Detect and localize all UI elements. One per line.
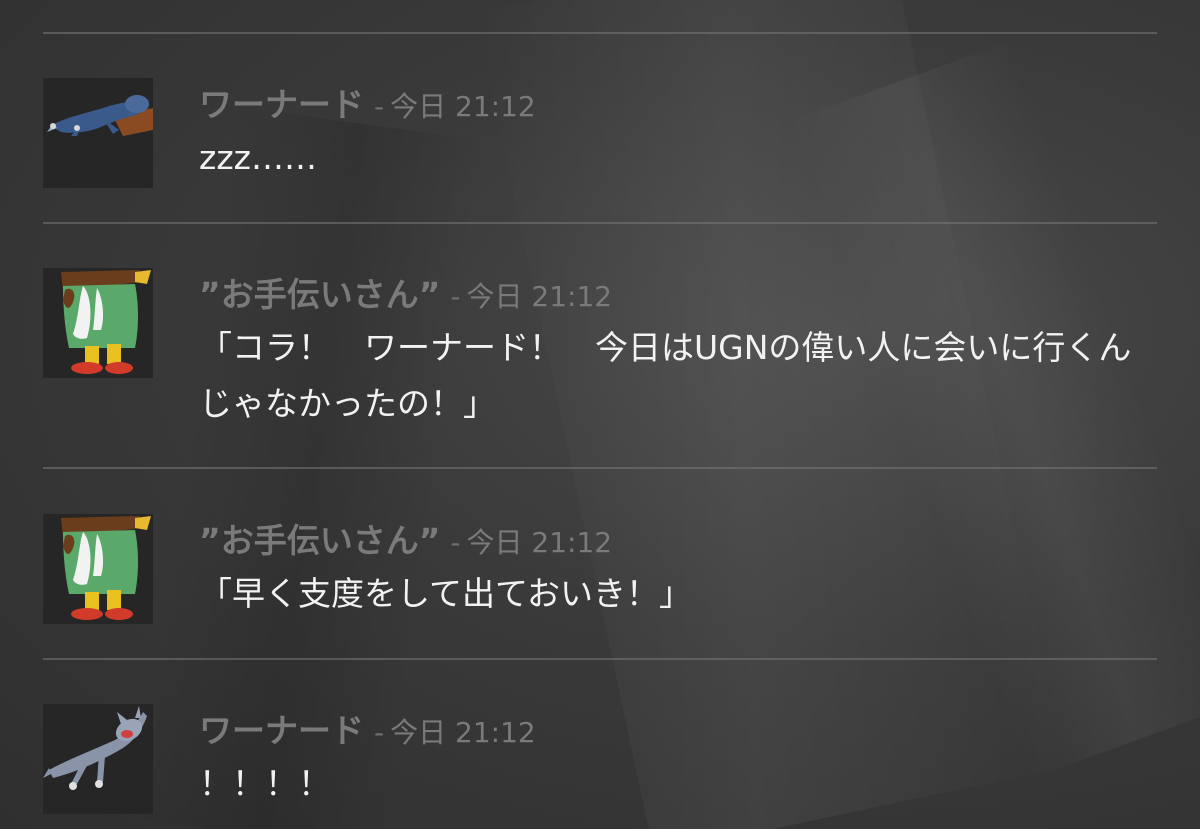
startled-cat-icon (43, 704, 153, 814)
avatar[interactable] (43, 78, 153, 188)
avatar[interactable] (43, 514, 153, 624)
chat-message: ワーナード - 今日 21:12 zzz…… (43, 78, 1157, 188)
message-divider (43, 658, 1157, 660)
author-name[interactable]: ”お手伝いさん” (199, 268, 440, 316)
chat-message: ”お手伝いさん” - 今日 21:12 「コラ！ ワーナード！ 今日はUGNの偉… (43, 268, 1157, 428)
timestamp: 今日 21:12 (390, 716, 536, 749)
housekeeper-icon (43, 268, 153, 378)
message-text: zzz…… (199, 138, 317, 177)
header-separator: - (450, 526, 461, 559)
message-divider (43, 32, 1157, 34)
avatar[interactable] (43, 704, 153, 814)
message-text: 「コラ！ ワーナード！ 今日はUGNの偉い人に会いに行くんじゃなかったの！」 (199, 328, 1132, 423)
author-name[interactable]: ワーナード (199, 78, 364, 126)
timestamp: 今日 21:12 (466, 526, 613, 559)
timestamp: 今日 21:12 (390, 90, 536, 123)
chat-message: ”お手伝いさん” - 今日 21:12 「早く支度をして出ておいき！」 (43, 514, 1157, 624)
header-separator: - (374, 716, 385, 749)
message-text: 「早く支度をして出ておいき！」 (199, 574, 693, 613)
avatar[interactable] (43, 268, 153, 378)
chat-message: ワーナード - 今日 21:12 ！！！！ (43, 704, 1157, 814)
message-header: ワーナード - 今日 21:12 (199, 78, 536, 126)
header-separator: - (374, 90, 385, 123)
author-name[interactable]: ワーナード (199, 704, 364, 752)
message-header: ”お手伝いさん” - 今日 21:12 (199, 268, 612, 316)
housekeeper-icon (43, 514, 153, 624)
sleeping-cat-icon (43, 78, 153, 188)
message-text: ！！！！ (199, 764, 331, 803)
message-header: ”お手伝いさん” - 今日 21:12 (199, 514, 612, 562)
message-divider (43, 222, 1157, 224)
timestamp: 今日 21:12 (466, 280, 613, 313)
header-separator: - (450, 280, 461, 313)
message-divider (43, 467, 1157, 469)
author-name[interactable]: ”お手伝いさん” (199, 514, 440, 562)
message-header: ワーナード - 今日 21:12 (199, 704, 536, 752)
